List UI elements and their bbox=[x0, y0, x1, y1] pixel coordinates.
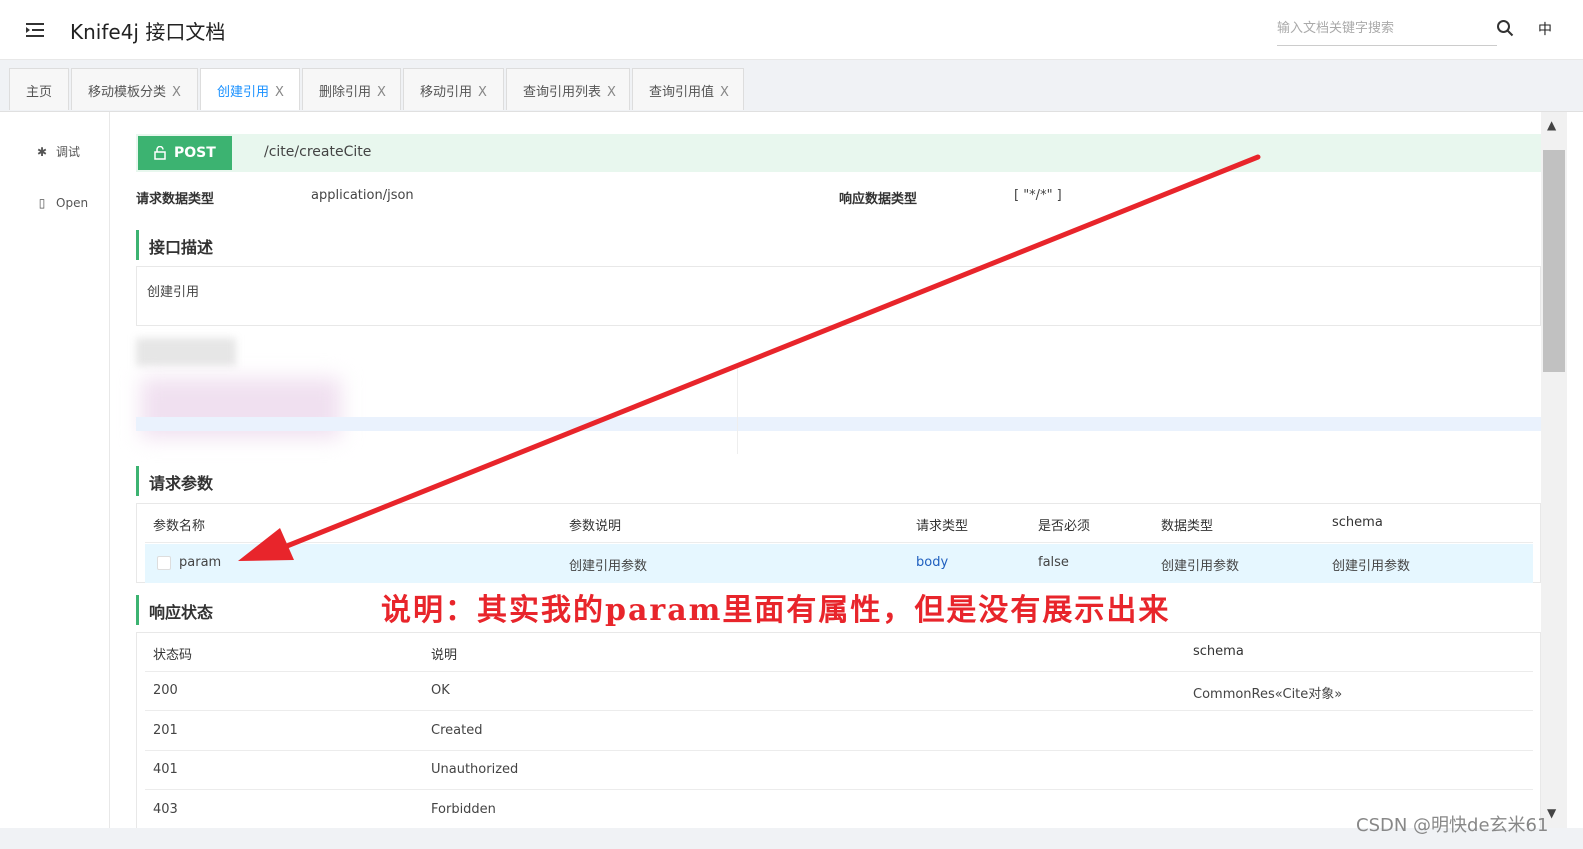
nav-item-open[interactable]: ▯ Open bbox=[36, 196, 88, 210]
search-input[interactable] bbox=[1277, 14, 1497, 42]
description-box: 创建引用 bbox=[136, 266, 1541, 326]
bug-icon: ✱ bbox=[36, 145, 48, 159]
column-header: 请求类型 bbox=[916, 519, 969, 534]
table-row[interactable]: param 创建引用参数 body false 创建引用参数 创建引用参数 bbox=[145, 544, 1533, 583]
response-type-value: [ "*/*" ] bbox=[1014, 188, 1062, 203]
param-desc: 创建引用参数 bbox=[569, 559, 648, 574]
tab-query-cite-list[interactable]: 查询引用列表 X bbox=[506, 68, 630, 110]
endpoint-bar: POST /cite/createCite bbox=[136, 134, 1541, 172]
expand-checkbox[interactable] bbox=[157, 556, 171, 570]
annotation-text: 说明：其实我的param里面有属性，但是没有展示出来 bbox=[381, 593, 1171, 628]
footer-bar bbox=[0, 828, 1583, 849]
column-header: 参数说明 bbox=[569, 519, 622, 534]
close-icon[interactable]: X bbox=[478, 85, 487, 100]
unlock-icon bbox=[154, 146, 166, 160]
tab-move-template-category[interactable]: 移动模板分类 X bbox=[71, 68, 198, 110]
status-desc: OK bbox=[431, 683, 450, 698]
close-icon[interactable]: X bbox=[607, 85, 616, 100]
status-desc: Forbidden bbox=[431, 802, 496, 817]
chevron-up-icon[interactable]: ▲ bbox=[1547, 118, 1556, 132]
search-box[interactable] bbox=[1277, 14, 1497, 46]
column-header: 是否必须 bbox=[1038, 519, 1091, 534]
column-header: 数据类型 bbox=[1161, 519, 1214, 534]
column-header: 参数名称 bbox=[153, 519, 206, 534]
param-required: false bbox=[1038, 555, 1069, 570]
method-badge[interactable]: POST bbox=[138, 136, 232, 170]
response-type-label: 响应数据类型 bbox=[839, 192, 918, 207]
endpoint-path: /cite/createCite bbox=[264, 144, 372, 160]
tab-create-cite[interactable]: 创建引用 X bbox=[200, 68, 300, 110]
param-schema[interactable]: 创建引用参数 bbox=[1332, 555, 1410, 574]
tabs-bar: 主页 移动模板分类 X 创建引用 X 删除引用 X 移动引用 X 查询引用列表 X 查询引… bbox=[0, 60, 1583, 112]
response-status-table: 状态码 说明 schema 200 OK CommonRes«Cite对象» 2… bbox=[136, 632, 1541, 828]
menu-fold-icon[interactable] bbox=[24, 20, 46, 40]
section-title-request-params: 请求参数 bbox=[136, 466, 213, 496]
request-type-label: 请求数据类型 bbox=[136, 192, 215, 207]
tab-query-cite-value[interactable]: 查询引用值 X bbox=[632, 68, 744, 110]
scrollbar-thumb[interactable] bbox=[1543, 150, 1565, 372]
blurred-block bbox=[136, 338, 236, 366]
document-icon: ▯ bbox=[38, 196, 46, 210]
status-code: 200 bbox=[153, 683, 178, 698]
app-title: Knife4j 接口文档 bbox=[70, 20, 226, 44]
column-header: schema bbox=[1193, 644, 1244, 659]
blurred-row bbox=[136, 417, 1541, 431]
search-icon[interactable] bbox=[1496, 19, 1514, 37]
column-header: 说明 bbox=[431, 648, 458, 663]
table-header-row: 参数名称 参数说明 请求类型 是否必须 数据类型 schema bbox=[145, 504, 1533, 543]
request-params-table: 参数名称 参数说明 请求类型 是否必须 数据类型 schema param 创建… bbox=[136, 503, 1541, 583]
table-row: 401 Unauthorized bbox=[145, 751, 1533, 790]
status-schema[interactable]: CommonRes«Cite对象» bbox=[1193, 683, 1342, 702]
status-desc: Unauthorized bbox=[431, 762, 519, 777]
table-row: 403 Forbidden bbox=[145, 791, 1533, 828]
status-desc: Created bbox=[431, 723, 483, 738]
close-icon[interactable]: X bbox=[720, 85, 729, 100]
description-text: 创建引用 bbox=[147, 285, 200, 300]
section-title-description: 接口描述 bbox=[136, 230, 213, 260]
status-code: 201 bbox=[153, 723, 178, 738]
main-content: POST /cite/createCite 请求数据类型 application… bbox=[111, 112, 1541, 828]
nav-item-debug[interactable]: ✱ 调试 bbox=[36, 143, 80, 160]
vertical-scrollbar[interactable]: ▲ ▼ bbox=[1541, 112, 1567, 828]
language-switch[interactable]: 中 bbox=[1538, 19, 1552, 39]
table-row: 201 Created bbox=[145, 712, 1533, 751]
param-in: body bbox=[916, 555, 949, 570]
close-icon[interactable]: X bbox=[377, 85, 386, 100]
section-title-response-status: 响应状态 bbox=[136, 595, 213, 625]
blurred-region bbox=[131, 338, 1541, 458]
divider bbox=[737, 368, 738, 454]
status-code: 403 bbox=[153, 802, 178, 817]
tab-home[interactable]: 主页 bbox=[9, 68, 69, 110]
request-type-value: application/json bbox=[311, 188, 414, 203]
column-header: schema bbox=[1332, 515, 1383, 530]
close-icon[interactable]: X bbox=[275, 85, 284, 100]
param-type: 创建引用参数 bbox=[1161, 559, 1240, 574]
left-nav: ✱ 调试 ▯ Open bbox=[0, 112, 110, 828]
table-header-row: 状态码 说明 schema bbox=[145, 633, 1533, 672]
header: Knife4j 接口文档 中 bbox=[0, 0, 1583, 60]
close-icon[interactable]: X bbox=[172, 85, 181, 100]
tab-move-cite[interactable]: 移动引用 X bbox=[403, 68, 504, 110]
watermark: CSDN @明快de玄米61 bbox=[1356, 815, 1549, 836]
column-header: 状态码 bbox=[153, 648, 193, 663]
param-name: param bbox=[179, 555, 222, 570]
status-code: 401 bbox=[153, 762, 178, 777]
tab-delete-cite[interactable]: 删除引用 X bbox=[302, 68, 401, 110]
table-row: 200 OK CommonRes«Cite对象» bbox=[145, 672, 1533, 711]
